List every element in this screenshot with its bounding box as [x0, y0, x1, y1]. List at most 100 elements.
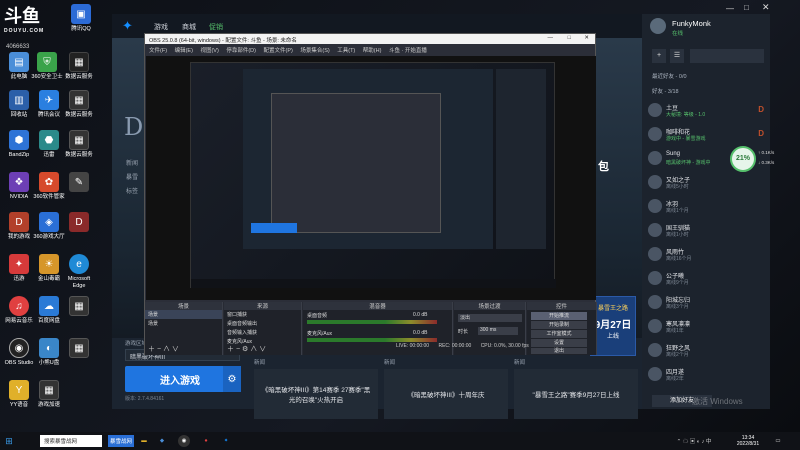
gear-icon[interactable]: ⚙ [223, 366, 241, 392]
clock[interactable]: 13:34 2022/8/31 [730, 435, 766, 447]
username[interactable]: FunkyMonk [672, 19, 711, 28]
tray-icons[interactable]: ⌃ ☁ ▣ ◐ ♪ 中 [664, 435, 724, 447]
friend-search-input[interactable] [690, 49, 764, 63]
menu-tools[interactable]: 工具(T) [337, 48, 355, 54]
list-item[interactable]: 阳城忘归 离线3个月 [648, 294, 766, 312]
list-item[interactable]: 寒风凛凛 离线1年 [648, 318, 766, 336]
tab-games[interactable]: 游戏 [154, 22, 168, 32]
list-item[interactable]: 冰羽 离线1个月 [648, 198, 766, 216]
taskbar-battlenet-icon[interactable]: ✦ [220, 435, 232, 447]
edge-icon[interactable]: e Microsoft Edge [62, 254, 96, 290]
list-item[interactable]: 公子曦 离线9个月 [648, 270, 766, 288]
desktop-icon-10[interactable]: ▦ 数据云服务 [62, 130, 96, 159]
start-streaming-button[interactable]: 开始推流 [531, 312, 587, 320]
tab-shop[interactable]: 商城 [182, 22, 196, 32]
add-scene-icon[interactable]: ＋ − ∧ ∨ [148, 344, 179, 354]
settings-button[interactable]: 设置 [531, 339, 587, 347]
side-link-news[interactable]: 新闻 [126, 158, 138, 167]
desktop-icon-23[interactable]: ▦ [62, 338, 96, 360]
close-icon[interactable]: ✕ [762, 2, 770, 13]
exit-button[interactable]: 退出 [531, 348, 587, 354]
desktop-icon-1[interactable]: ▣ 腾讯QQ [64, 4, 98, 33]
add-friend-icon[interactable]: + [652, 49, 666, 63]
desktop-icon-8[interactable]: ⬢ BandZip [2, 130, 36, 159]
transition-select[interactable]: 淡出 [458, 314, 522, 322]
taskbar-search-input[interactable]: 搜索暴雪战网 [40, 435, 102, 447]
news-card-1[interactable]: 《暗黑破坏神III》第14赛季 27赛季"黑光的召唤"火热开启 [254, 369, 378, 419]
obs-preview-canvas[interactable] [146, 56, 596, 300]
desktop-icon-19[interactable]: ♫ 网易云音乐 [2, 296, 36, 325]
list-item[interactable]: 又如之子 离线5小时 [648, 174, 766, 192]
menu-profile[interactable]: 配置文件(P) [263, 48, 292, 54]
desktop-icon-4[interactable]: ▦ 数据云服务 [62, 52, 96, 81]
duration-input[interactable]: 300 ms [478, 327, 518, 335]
desktop-icon-14[interactable]: D 我的游戏 [2, 212, 36, 241]
desktop-icon-11[interactable]: ❖ NVIDIA [2, 172, 36, 201]
tab-promo[interactable]: 促销 [209, 22, 223, 32]
desktop-icon-17[interactable]: ✦ 迅游 [2, 254, 36, 283]
menu-edit[interactable]: 编辑(E) [175, 48, 193, 54]
menu-file[interactable]: 文件(F) [149, 48, 167, 54]
desktop-icon-15[interactable]: ◈ 360游戏大厅 [32, 212, 66, 241]
studio-mode-button[interactable]: 工作室模式 [531, 330, 587, 338]
list-item[interactable]: 土豆 大秘境: 等级 - 1.0 D [648, 102, 766, 120]
nested-preview [190, 62, 556, 288]
menu-help[interactable]: 帮助(H) [363, 48, 382, 54]
desktop-icon-12[interactable]: ✿ 360软件管家 [32, 172, 66, 201]
desktop-icon-13[interactable]: ✎ [62, 172, 96, 194]
menu-docks[interactable]: 停靠部件(D) [226, 48, 256, 54]
source-item[interactable]: 窗口捕获 [224, 310, 301, 319]
list-item[interactable]: 四月遂 离线2年 [648, 366, 766, 384]
battlenet-logo-icon[interactable]: ✦ [122, 18, 133, 34]
promo-date: 9月27日 [594, 320, 632, 331]
start-button[interactable]: ⊞ [2, 435, 16, 447]
close-icon[interactable]: ✕ [584, 35, 589, 41]
menu-scene-collection[interactable]: 场景集合(S) [300, 48, 329, 54]
list-item[interactable]: 咖啡和花 游戏中 - 暴雪游戏 D [648, 126, 766, 144]
minimize-icon[interactable]: — [726, 4, 734, 13]
desktop-icon-5[interactable]: ▥ 回收站 [2, 90, 36, 119]
desktop-icon-20[interactable]: ☁ 百度网盘 [32, 296, 66, 325]
desktop-icon-18[interactable]: ☀ 金山毒霸 [32, 254, 66, 283]
play-button[interactable]: 进入游戏 [125, 366, 235, 392]
list-item[interactable]: 国王驯猫 离线1小时 [648, 222, 766, 240]
desktop-icon-3[interactable]: ⛨ 360安全卫士 [30, 52, 64, 81]
notification-icon[interactable]: ▭ [772, 435, 784, 447]
yy-voice-icon[interactable]: Y YY语音 [2, 380, 36, 409]
side-link-blizzard[interactable]: 暴雪 [126, 172, 138, 181]
desktop-icon-24[interactable]: ▦ 游戏加速 [32, 380, 66, 409]
side-link-tags[interactable]: 标签 [126, 186, 138, 195]
news-card-2[interactable]: 《暗黑破坏神III》十周年庆 [384, 369, 508, 419]
menu-douyu[interactable]: 斗鱼 · 开始直播 [389, 48, 427, 54]
group-friends[interactable]: 好友 - 3/18 [652, 87, 679, 95]
scene-item[interactable]: 场景 [145, 310, 222, 319]
source-item[interactable]: 桌面音频输出 [224, 319, 301, 328]
desktop-icon-6[interactable]: ✈ 腾讯会议 [32, 90, 66, 119]
start-recording-button[interactable]: 开始录制 [531, 321, 587, 329]
group-recent[interactable]: 最近好友 - 0/0 [652, 72, 687, 80]
maximize-icon[interactable]: □ [568, 35, 571, 41]
list-item[interactable]: 狂野之风 离线2个月 [648, 342, 766, 360]
taskbar-app-icon[interactable]: ◆ [156, 435, 168, 447]
taskbar-folder-icon[interactable]: ▬ [138, 435, 150, 447]
source-item[interactable]: 音频输入捕获 [224, 328, 301, 337]
add-source-icon[interactable]: ＋ − ⚙ ∧ ∨ [227, 344, 266, 354]
avatar[interactable] [650, 18, 666, 34]
maximize-icon[interactable]: □ [744, 3, 749, 12]
news-card-3[interactable]: "暴雪王之路"赛季9月27日上线 [514, 369, 638, 419]
desktop-icon-16[interactable]: D [62, 212, 96, 234]
desktop-icon-7[interactable]: ▦ 数据云服务 [62, 90, 96, 119]
desktop-icon-9[interactable]: ⬣ 迅雷 [32, 130, 66, 159]
user-status[interactable]: 在线 [672, 29, 683, 37]
desktop-icon-21[interactable]: ▦ [62, 296, 96, 318]
group-chat-icon[interactable]: ☰ [670, 49, 684, 63]
taskbar-obs-icon[interactable]: ◉ [178, 435, 190, 447]
obs-studio-icon[interactable]: ◉ OBS Studio [2, 338, 36, 367]
taskbar-app-battlenet[interactable]: 暴雪战网 [108, 435, 134, 447]
taskbar-douyu-icon[interactable]: ● [200, 435, 212, 447]
menu-view[interactable]: 视图(V) [200, 48, 218, 54]
scene-item[interactable]: 场景 [145, 319, 222, 328]
minimize-icon[interactable]: — [548, 35, 554, 41]
desktop-icon-22[interactable]: ◐ 小熊U盘 [32, 338, 66, 367]
list-item[interactable]: 风雨竹 离线16个月 [648, 246, 766, 264]
